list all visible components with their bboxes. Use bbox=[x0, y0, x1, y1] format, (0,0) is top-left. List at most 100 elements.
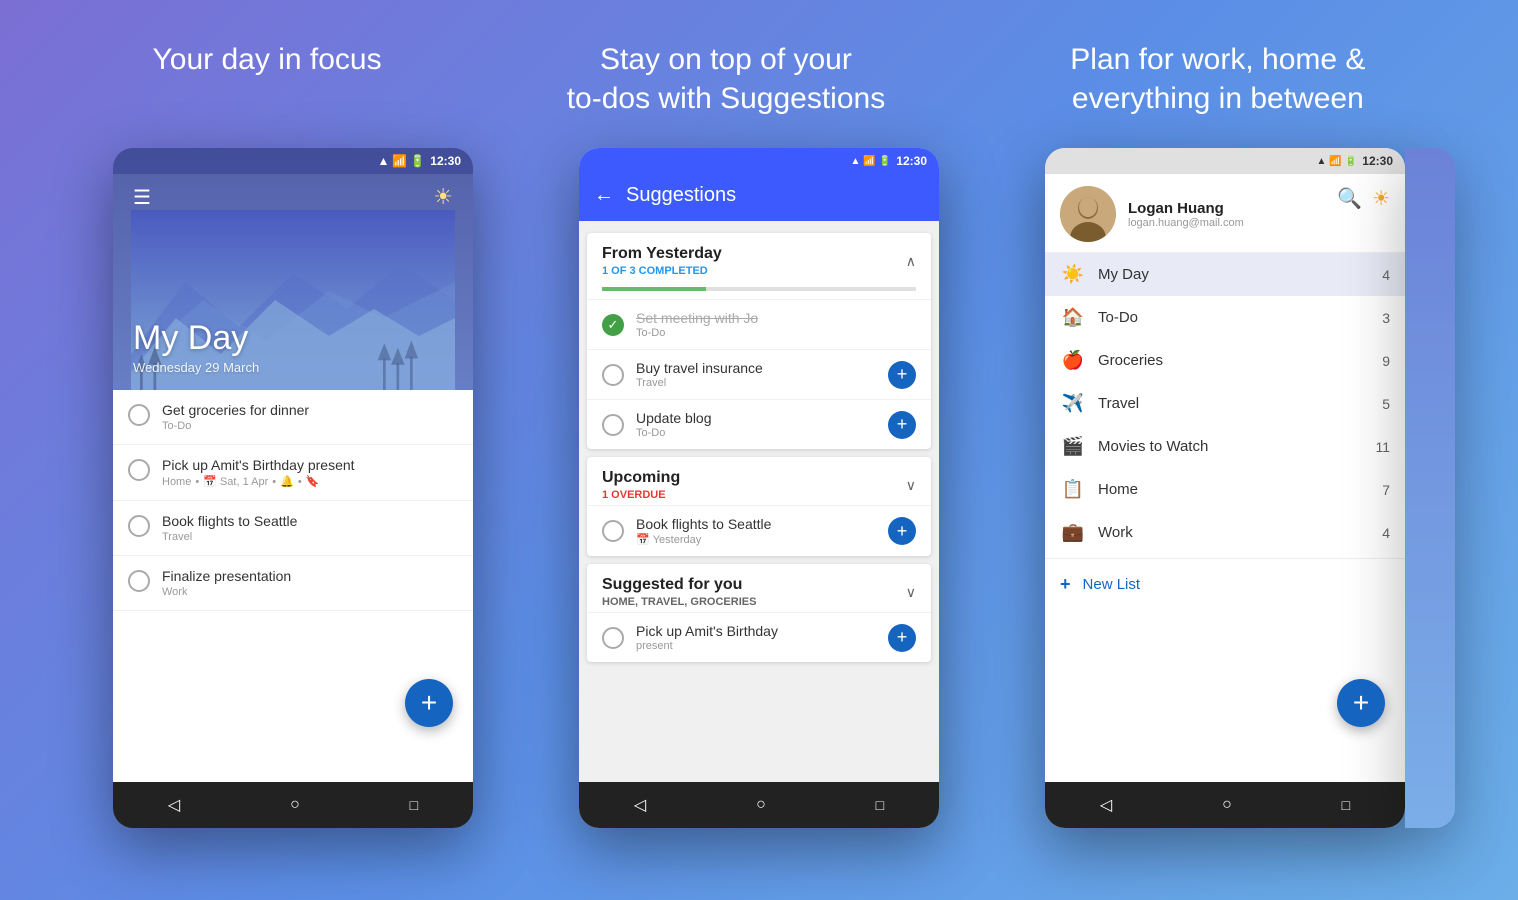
new-list-row[interactable]: + New List bbox=[1045, 563, 1405, 606]
movies-icon: 🎬 bbox=[1060, 436, 1086, 457]
phone3-wifi-icon: ▲ bbox=[1316, 156, 1326, 167]
phone2-header: ← Suggestions bbox=[579, 174, 939, 221]
suggestion-item-2[interactable]: Buy travel insurance Travel + bbox=[587, 349, 931, 399]
todo-item-1[interactable]: Get groceries for dinner To-Do bbox=[113, 390, 473, 445]
list-nav-work[interactable]: 💼 Work 4 bbox=[1045, 511, 1405, 554]
section-suggested: Suggested for you HOME, TRAVEL, GROCERIE… bbox=[587, 564, 931, 662]
suggestion-item-upcoming-1[interactable]: Book flights to Seattle 📅Yesterday + bbox=[587, 505, 931, 556]
item-done-title-1: Set meeting with Jo bbox=[636, 310, 916, 326]
nav-home-icon[interactable]: ○ bbox=[290, 796, 300, 814]
phone3-wrapper: ▲ 📶 🔋 12:30 Logan Huang bbox=[1045, 148, 1405, 828]
section-upcoming-chevron[interactable]: ∨ bbox=[906, 477, 916, 494]
list-nav-travel[interactable]: ✈️ Travel 5 bbox=[1045, 382, 1405, 425]
phones-row: ▲ 📶 🔋 12:30 ☰ ☀ bbox=[0, 148, 1518, 828]
phone3-nav-recent[interactable]: □ bbox=[1342, 797, 1350, 813]
add-btn-upcoming-1[interactable]: + bbox=[888, 517, 916, 545]
circle-empty-3[interactable] bbox=[602, 414, 624, 436]
todo-icon: 🏠 bbox=[1060, 307, 1086, 328]
phone1-status-icons: ▲ 📶 🔋 bbox=[378, 154, 426, 168]
back-arrow-icon[interactable]: ← bbox=[594, 184, 614, 207]
phone3-status-icons: ▲ 📶 🔋 bbox=[1316, 156, 1357, 167]
item-title-3: Update blog bbox=[636, 410, 876, 426]
todo-item-2[interactable]: Pick up Amit's Birthday present Home•📅 S… bbox=[113, 445, 473, 501]
phone3-fab[interactable]: + bbox=[1337, 679, 1385, 727]
suggestion-item-1[interactable]: ✓ Set meeting with Jo To-Do bbox=[587, 299, 931, 349]
circle-empty-suggested-1[interactable] bbox=[602, 627, 624, 649]
add-btn-suggested-1[interactable]: + bbox=[888, 624, 916, 652]
phone2-nav-back[interactable]: ◁ bbox=[634, 795, 646, 815]
new-list-label: New List bbox=[1083, 576, 1141, 593]
hamburger-icon[interactable]: ☰ bbox=[133, 185, 151, 210]
suggestion-item-3[interactable]: Update blog To-Do + bbox=[587, 399, 931, 449]
phone1-fab[interactable]: + bbox=[405, 679, 453, 727]
todo-circle-1[interactable] bbox=[128, 404, 150, 426]
todo-label: To-Do bbox=[1098, 309, 1370, 326]
todo-item-3[interactable]: Book flights to Seattle Travel bbox=[113, 501, 473, 556]
sun-settings-icon[interactable]: ☀ bbox=[1372, 186, 1390, 211]
circle-empty-2[interactable] bbox=[602, 364, 624, 386]
item-sub-suggested-1: present bbox=[636, 640, 876, 652]
add-btn-2[interactable]: + bbox=[888, 361, 916, 389]
phone4-peek bbox=[1405, 148, 1455, 828]
section-suggested-title: Suggested for you bbox=[602, 576, 756, 594]
section-from-yesterday-title: From Yesterday bbox=[602, 245, 722, 263]
nav-recent-icon[interactable]: □ bbox=[410, 797, 418, 813]
phone1-nav: ◁ ○ □ bbox=[113, 782, 473, 828]
travel-label: Travel bbox=[1098, 395, 1370, 412]
item-title-upcoming-1: Book flights to Seattle bbox=[636, 516, 876, 532]
phone2-status-icons: ▲ 📶 🔋 bbox=[850, 156, 891, 167]
item-done-sub-1: To-Do bbox=[636, 327, 916, 339]
todo-title-3: Book flights to Seattle bbox=[162, 513, 297, 529]
list-nav-myday[interactable]: ☀️ My Day 4 bbox=[1045, 253, 1405, 296]
list-nav-groceries[interactable]: 🍎 Groceries 9 bbox=[1045, 339, 1405, 382]
brightness-icon[interactable]: ☀ bbox=[433, 184, 453, 210]
todo-title-2: Pick up Amit's Birthday present bbox=[162, 457, 355, 473]
phone3-nav: ◁ ○ □ bbox=[1045, 782, 1405, 828]
todo-count: 3 bbox=[1382, 310, 1390, 326]
section-from-yesterday-sub: 1 OF 3 COMPLETED bbox=[602, 265, 722, 277]
groceries-count: 9 bbox=[1382, 353, 1390, 369]
phone2-nav-recent[interactable]: □ bbox=[876, 797, 884, 813]
todo-circle-3[interactable] bbox=[128, 515, 150, 537]
suggestion-item-suggested-1[interactable]: Pick up Amit's Birthday present + bbox=[587, 612, 931, 662]
profile-email: logan.huang@mail.com bbox=[1128, 217, 1390, 229]
search-icon[interactable]: 🔍 bbox=[1337, 186, 1362, 211]
phone1-time: 12:30 bbox=[430, 154, 461, 168]
circle-empty-upcoming-1[interactable] bbox=[602, 520, 624, 542]
section-upcoming-sub: 1 OVERDUE bbox=[602, 489, 680, 501]
todo-circle-4[interactable] bbox=[128, 570, 150, 592]
header-row: Your day in focus Stay on top of your to… bbox=[0, 0, 1518, 148]
suggestions-title: Suggestions bbox=[626, 184, 736, 207]
wifi-icon: ▲ bbox=[378, 154, 390, 168]
phone1: ▲ 📶 🔋 12:30 ☰ ☀ bbox=[113, 148, 473, 828]
todo-circle-2[interactable] bbox=[128, 459, 150, 481]
work-label: Work bbox=[1098, 524, 1370, 541]
phone2-nav-home[interactable]: ○ bbox=[756, 796, 766, 814]
phone3-time: 12:30 bbox=[1362, 154, 1393, 168]
list-nav-movies[interactable]: 🎬 Movies to Watch 11 bbox=[1045, 425, 1405, 468]
nav-back-icon[interactable]: ◁ bbox=[168, 795, 180, 815]
travel-icon: ✈️ bbox=[1060, 393, 1086, 414]
work-count: 4 bbox=[1382, 525, 1390, 541]
phone3-nav-back[interactable]: ◁ bbox=[1100, 795, 1112, 815]
section-from-yesterday-chevron[interactable]: ∧ bbox=[906, 253, 916, 270]
list-nav-home[interactable]: 📋 Home 7 bbox=[1045, 468, 1405, 511]
profile-actions: 🔍 ☀ bbox=[1337, 186, 1390, 211]
section-suggested-chevron[interactable]: ∨ bbox=[906, 584, 916, 601]
plus-icon: + bbox=[1060, 574, 1071, 595]
phone1-todo-list: Get groceries for dinner To-Do Pick up A… bbox=[113, 390, 473, 782]
circle-done-1[interactable]: ✓ bbox=[602, 314, 624, 336]
groceries-label: Groceries bbox=[1098, 352, 1370, 369]
section-upcoming: Upcoming 1 OVERDUE ∨ Book flights to Sea… bbox=[587, 457, 931, 556]
phone3-nav-home[interactable]: ○ bbox=[1222, 796, 1232, 814]
item-sub-3: To-Do bbox=[636, 427, 876, 439]
myday-icon: ☀️ bbox=[1060, 264, 1086, 285]
phone2: ▲ 📶 🔋 12:30 ← Suggestions From Yesterday… bbox=[579, 148, 939, 828]
phone2-nav: ◁ ○ □ bbox=[579, 782, 939, 828]
item-sub-2: Travel bbox=[636, 377, 876, 389]
todo-item-4[interactable]: Finalize presentation Work bbox=[113, 556, 473, 611]
todo-title-1: Get groceries for dinner bbox=[162, 402, 309, 418]
list-nav-todo[interactable]: 🏠 To-Do 3 bbox=[1045, 296, 1405, 339]
phone1-status-bar: ▲ 📶 🔋 12:30 bbox=[113, 148, 473, 174]
add-btn-3[interactable]: + bbox=[888, 411, 916, 439]
